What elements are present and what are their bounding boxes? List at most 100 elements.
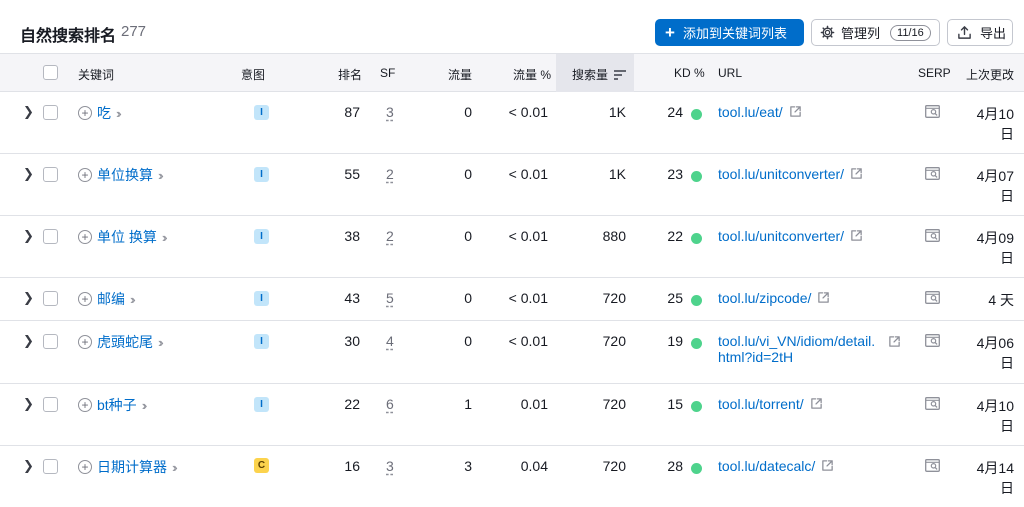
double-chevron-icon[interactable]: ›› (142, 398, 147, 413)
rank-value: 38 (344, 228, 360, 244)
row-checkbox[interactable] (43, 167, 58, 182)
add-to-keyword-list-button[interactable]: + 添加到关键词列表 (655, 19, 804, 46)
url-link[interactable]: tool.lu/zipcode/ (718, 290, 830, 307)
add-keyword-icon[interactable]: + (78, 460, 92, 474)
url-text-line2: html?id=2tH (718, 349, 794, 365)
manage-columns-button[interactable]: 管理列 11/16 (811, 19, 940, 46)
external-link-icon[interactable] (817, 291, 830, 307)
kd-value: 19 (667, 333, 683, 349)
last-updated-value: 4月10 日 (966, 396, 1014, 436)
add-keyword-icon[interactable]: + (78, 106, 92, 120)
col-url[interactable]: URL (718, 66, 742, 80)
serp-features-count[interactable]: 3 (386, 458, 394, 474)
expand-row-chevron-icon[interactable]: ❯ (23, 396, 34, 412)
url-link[interactable]: tool.lu/unitconverter/ (718, 166, 863, 183)
serp-snapshot-icon[interactable] (925, 167, 940, 183)
serp-features-count[interactable]: 2 (386, 166, 394, 182)
kd-value: 15 (667, 396, 683, 412)
keyword-link[interactable]: 吃 (97, 103, 111, 123)
kd-indicator-dot (691, 401, 702, 412)
keyword-link[interactable]: 单位 换算 (97, 227, 157, 247)
double-chevron-icon[interactable]: ›› (162, 230, 167, 245)
double-chevron-icon[interactable]: ›› (130, 292, 135, 307)
serp-snapshot-icon[interactable] (925, 397, 940, 413)
external-link-icon[interactable] (789, 105, 802, 121)
keyword-link[interactable]: 日期计算器 (97, 457, 167, 477)
kd-indicator-dot (691, 109, 702, 120)
traffic-value: 0 (464, 104, 472, 120)
serp-snapshot-icon[interactable] (925, 229, 940, 245)
col-last-updated[interactable]: 上次更改 (966, 66, 1014, 83)
expand-row-chevron-icon[interactable]: ❯ (23, 333, 34, 349)
table-row: ❯ + 单位换算 ›› I 55 2 0 < 0.01 1K 23 tool.lu/unitconve… (0, 154, 1024, 216)
serp-snapshot-icon[interactable] (925, 105, 940, 121)
keyword-link[interactable]: 单位换算 (97, 165, 153, 185)
sort-icon (614, 69, 627, 80)
expand-row-chevron-icon[interactable]: ❯ (23, 228, 34, 244)
add-keyword-icon[interactable]: + (78, 292, 92, 306)
serp-features-count[interactable]: 3 (386, 104, 394, 120)
external-link-icon[interactable] (810, 397, 823, 413)
url-link[interactable]: tool.lu/unitconverter/ (718, 228, 863, 245)
kd-value: 25 (667, 290, 683, 306)
external-link-icon[interactable] (821, 459, 834, 475)
double-chevron-icon[interactable]: ›› (158, 168, 163, 183)
row-checkbox[interactable] (43, 397, 58, 412)
double-chevron-icon[interactable]: ›› (158, 335, 163, 350)
col-serp[interactable]: SERP (918, 66, 951, 80)
traffic-pct-value: 0.04 (520, 458, 548, 474)
expand-row-chevron-icon[interactable]: ❯ (23, 458, 34, 474)
serp-snapshot-icon[interactable] (925, 459, 940, 475)
external-link-icon[interactable] (850, 229, 863, 245)
col-intent[interactable]: 意图 (241, 66, 265, 83)
expand-row-chevron-icon[interactable]: ❯ (23, 290, 34, 306)
col-rank[interactable]: 排名 (338, 66, 362, 83)
keyword-link[interactable]: 虎頭蛇尾 (97, 332, 153, 352)
double-chevron-icon[interactable]: ›› (172, 460, 177, 475)
row-checkbox[interactable] (43, 291, 58, 306)
serp-features-count[interactable]: 6 (386, 396, 394, 412)
url-link[interactable]: tool.lu/datecalc/ (718, 458, 834, 475)
row-checkbox[interactable] (43, 105, 58, 120)
col-kd[interactable]: KD % (674, 66, 705, 80)
select-all-checkbox[interactable] (43, 65, 58, 80)
row-checkbox[interactable] (43, 459, 58, 474)
external-link-icon[interactable] (888, 335, 901, 351)
col-traffic[interactable]: 流量 (448, 66, 472, 83)
serp-features-count[interactable]: 2 (386, 228, 394, 244)
traffic-pct-value: < 0.01 (508, 104, 548, 120)
last-updated-value: 4月14 日 (966, 458, 1014, 498)
table-row: ❯ + bt种子 ›› I 22 6 1 0.01 720 15 tool.lu/torrent/4月… (0, 384, 1024, 446)
add-keyword-icon[interactable]: + (78, 335, 92, 349)
keyword-link[interactable]: bt种子 (97, 395, 137, 415)
add-keyword-icon[interactable]: + (78, 398, 92, 412)
url-link[interactable]: tool.lu/eat/ (718, 104, 802, 121)
serp-snapshot-icon[interactable] (925, 334, 940, 350)
double-chevron-icon[interactable]: ›› (116, 106, 121, 121)
col-traffic-pct[interactable]: 流量 % (513, 66, 551, 83)
table-header: 关键词 意图 排名 SF 流量 流量 % 搜索量 KD % URL SERP 上… (0, 54, 1024, 92)
expand-row-chevron-icon[interactable]: ❯ (23, 104, 34, 120)
url-link[interactable]: tool.lu/vi_VN/idiom/detail. html?id=2tH (718, 333, 875, 365)
export-button[interactable]: 导出 (947, 19, 1013, 46)
col-keyword[interactable]: 关键词 (78, 66, 114, 83)
expand-row-chevron-icon[interactable]: ❯ (23, 166, 34, 182)
kd-indicator-dot (691, 338, 702, 349)
keyword-cell: + 单位换算 ›› (78, 165, 163, 185)
row-checkbox[interactable] (43, 334, 58, 349)
serp-features-count[interactable]: 4 (386, 333, 394, 349)
add-keyword-icon[interactable]: + (78, 168, 92, 182)
serp-features-count[interactable]: 5 (386, 290, 394, 306)
external-link-icon[interactable] (850, 167, 863, 183)
serp-snapshot-icon[interactable] (925, 291, 940, 307)
url-link[interactable]: tool.lu/torrent/ (718, 396, 823, 413)
row-checkbox[interactable] (43, 229, 58, 244)
rank-value: 16 (344, 458, 360, 474)
add-keyword-icon[interactable]: + (78, 230, 92, 244)
col-sf[interactable]: SF (380, 66, 395, 80)
col-volume[interactable]: 搜索量 (572, 66, 627, 83)
table-row: ❯ + 吃 ›› I 87 3 0 < 0.01 1K 24 tool.lu/eat/4月10 日 (0, 92, 1024, 154)
kd-indicator-dot (691, 171, 702, 182)
keyword-link[interactable]: 邮编 (97, 289, 125, 309)
traffic-pct-value: < 0.01 (508, 290, 548, 306)
